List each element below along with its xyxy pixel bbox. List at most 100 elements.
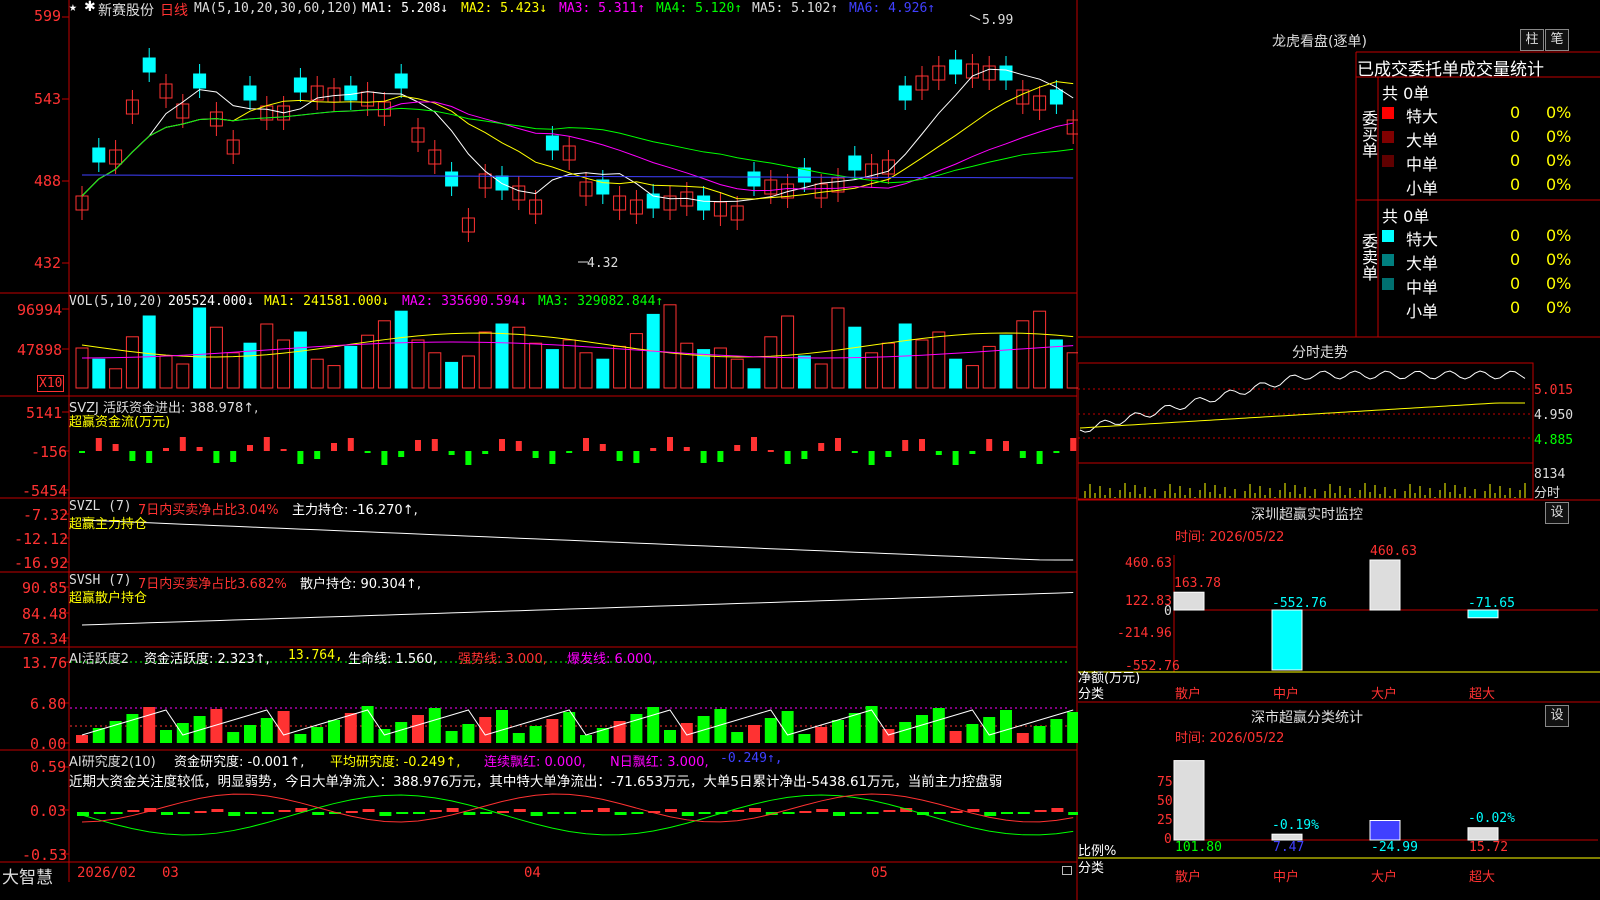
flow-bar <box>431 439 438 451</box>
net-bar <box>1369 559 1401 611</box>
flow-bar <box>1070 438 1077 451</box>
candle-body <box>92 147 106 163</box>
ma3-line <box>81 101 1074 197</box>
volume-bar <box>1033 310 1047 389</box>
vol-ma2-line <box>81 341 1074 359</box>
date-label-may: 05 <box>871 865 888 881</box>
svzl-axis-3: -16.92 <box>14 554 69 572</box>
candle-body <box>1066 119 1078 135</box>
stock-name[interactable]: 新赛股份 <box>98 0 154 20</box>
vol-ma2: MA2: 335690.594↓ <box>402 294 528 309</box>
activity-bar <box>462 724 475 743</box>
research-bar <box>429 810 442 812</box>
activity-bar <box>395 722 408 743</box>
svsh-axis-2: 84.48 <box>22 605 68 623</box>
research-bar <box>631 812 644 814</box>
research-bar <box>312 812 325 815</box>
candle-body <box>142 57 156 73</box>
legend-swatch <box>1382 278 1394 290</box>
activity-bar <box>160 730 172 743</box>
activity-bar <box>176 723 189 743</box>
volume-bar <box>596 358 610 389</box>
intraday-vol-label: 分时 <box>1534 486 1561 501</box>
research-bar <box>413 812 425 814</box>
ma5-legend: MA5: 5.102↑ <box>752 1 839 16</box>
flow-bar <box>263 437 270 451</box>
volume-bar <box>613 345 627 389</box>
row-percent: 0% <box>1546 103 1572 122</box>
activity-bar <box>260 718 273 743</box>
flow-bar <box>902 440 909 451</box>
research-bar <box>278 810 291 812</box>
research-bar <box>1034 810 1047 812</box>
res-continuous: 连续飘红: 0.000, <box>484 755 586 770</box>
class-time: 时间: 2026/05/22 <box>1175 731 1285 746</box>
intraday-chart <box>1079 370 1526 498</box>
flow-bar <box>751 437 757 451</box>
volume-bar <box>243 342 257 389</box>
activity-bar <box>966 724 979 743</box>
activity-bar <box>899 722 912 743</box>
activity-bar <box>227 732 240 743</box>
flow-bar <box>297 451 304 464</box>
research-bar <box>362 809 375 812</box>
res-value: 资金研究度: -0.001↑, <box>174 755 305 770</box>
monitor-value: -552.76 <box>1272 596 1327 611</box>
legend-swatch <box>1382 254 1394 266</box>
activity-bar <box>798 734 811 743</box>
monitor-settings-button[interactable]: 设 <box>1545 502 1569 524</box>
research-bar <box>597 808 610 812</box>
volume-bar <box>428 352 442 389</box>
ma1-legend: MA1: 5.208↓ <box>362 1 449 16</box>
right-panel-frame <box>1078 51 1600 859</box>
volume-bar <box>562 339 576 389</box>
flow-bar <box>381 451 388 465</box>
research-bar <box>833 812 845 816</box>
ai2-value: 13.764, <box>288 648 343 663</box>
research-bar <box>1001 812 1013 814</box>
ma1-line <box>81 68 1074 203</box>
volume-bar <box>377 320 391 389</box>
flow-bar <box>583 438 589 451</box>
volume-bar <box>982 345 996 389</box>
activity-bar <box>412 715 424 743</box>
monitor-axis-1: 460.63 <box>1125 556 1172 571</box>
date-label-mar: 03 <box>162 865 179 881</box>
candle-body <box>243 85 257 101</box>
row-label: 小单 <box>1406 179 1439 198</box>
flow-bar <box>986 439 993 451</box>
intraday-axis-3: 4.885 <box>1534 433 1574 448</box>
row-percent: 0% <box>1546 226 1572 245</box>
row-value: 0 <box>1510 103 1521 122</box>
tick-view-button[interactable]: 笔 <box>1545 29 1569 51</box>
ai2-axis-3: 0.00 <box>30 735 67 753</box>
volume-bar <box>814 363 828 389</box>
research-bar <box>93 812 106 814</box>
volume-bar <box>193 307 207 389</box>
flow-bar <box>818 443 825 451</box>
activity-bar <box>143 707 156 743</box>
lhb-header: 已成交委托单成交量统计 <box>1357 60 1544 80</box>
activity-bar <box>916 715 928 743</box>
volume-bar <box>109 368 123 389</box>
flow-bar <box>851 451 858 453</box>
activity-bar <box>731 732 744 743</box>
volume-bar <box>747 368 761 389</box>
research-bar <box>933 812 946 814</box>
date-label-feb: 2026/02 <box>77 865 137 881</box>
research-bar <box>816 809 829 812</box>
bar-view-button[interactable]: 柱 <box>1520 29 1544 51</box>
lock-icon[interactable] <box>1062 866 1072 875</box>
class-category: 散户 <box>1175 870 1202 885</box>
class-settings-button[interactable]: 设 <box>1545 705 1569 727</box>
svzl-title: SVZL (7) <box>69 499 132 514</box>
row-value: 0 <box>1510 151 1521 170</box>
volume-bar <box>999 334 1013 389</box>
activity-bar <box>680 723 693 743</box>
candle-body <box>545 135 559 151</box>
volume-bar <box>226 352 240 389</box>
svzl-holding: 主力持仓: -16.270↑, <box>292 503 418 518</box>
activity-bar <box>882 729 895 743</box>
volume-bar <box>327 365 341 389</box>
period-label[interactable]: 日线 <box>160 0 188 20</box>
